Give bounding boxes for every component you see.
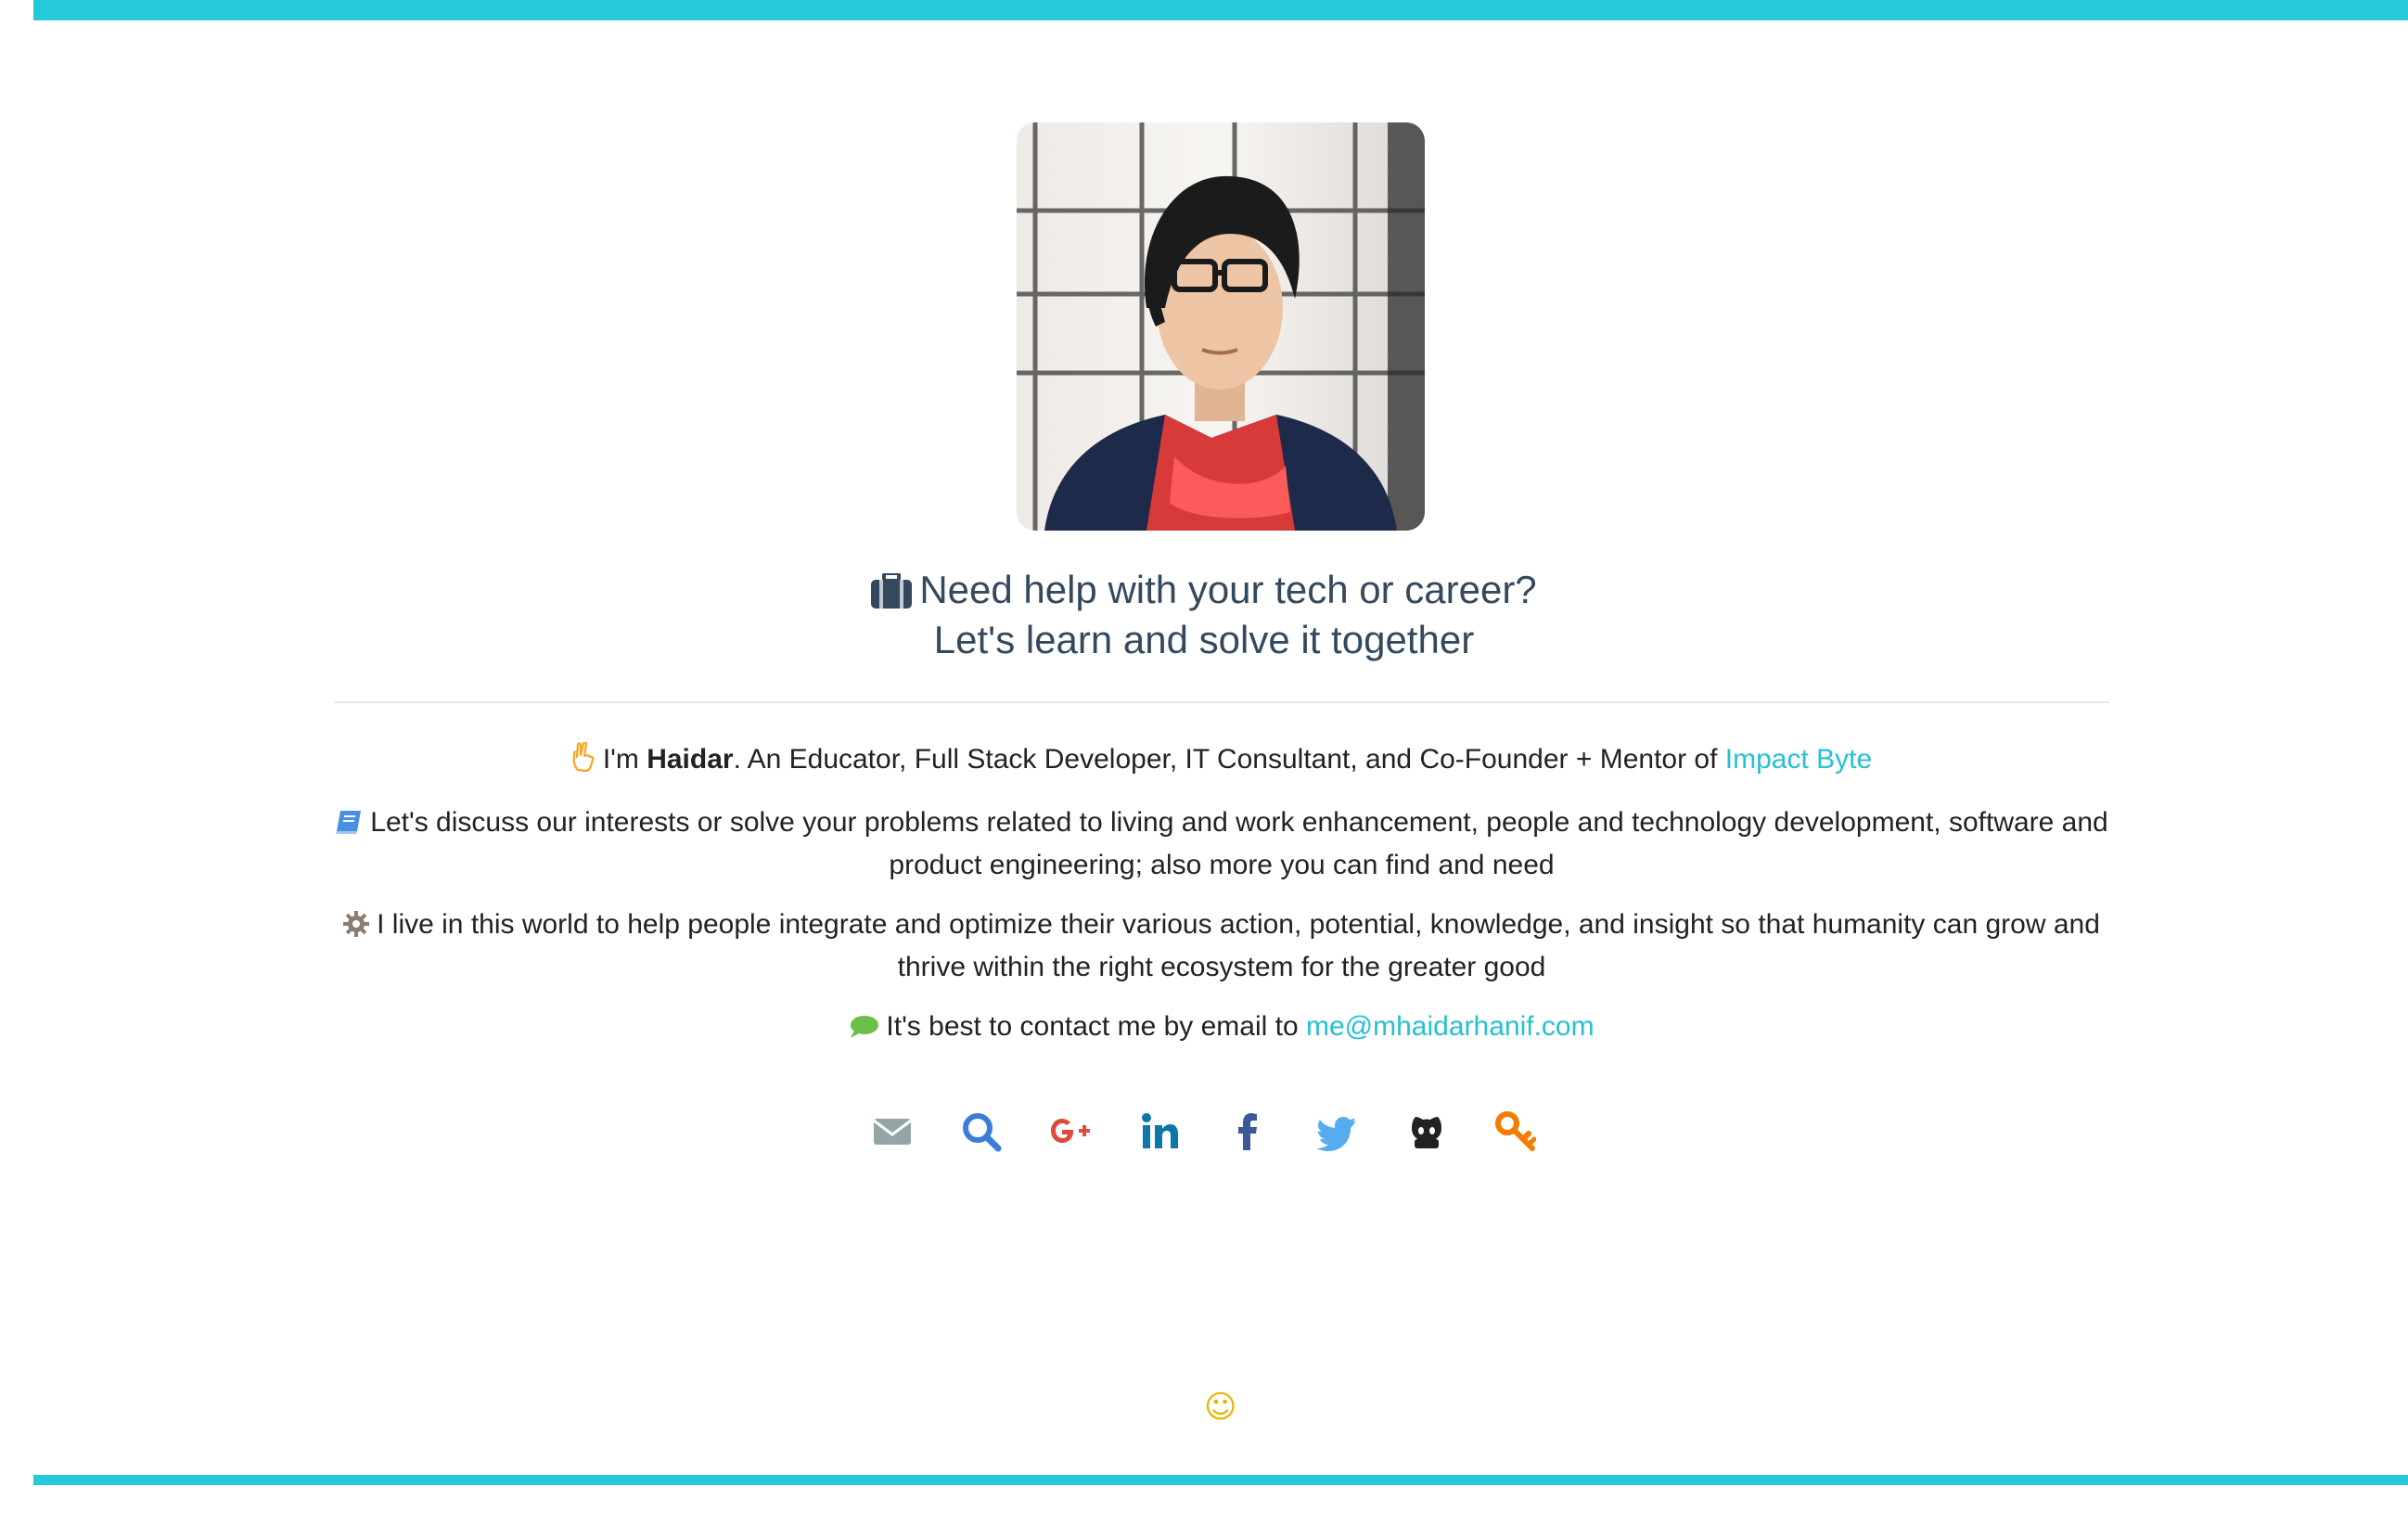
search-icon[interactable] <box>961 1111 1002 1152</box>
facebook-icon[interactable] <box>1228 1111 1269 1152</box>
bio-intro-suffix: . An Educator, Full Stack Developer, IT … <box>733 744 1725 775</box>
headline-line-2: Let's learn and solve it together <box>933 618 1475 661</box>
bio-discuss-text: Let's discuss our interests or solve you… <box>370 807 2108 880</box>
linkedin-icon[interactable] <box>1139 1111 1180 1152</box>
google-plus-icon[interactable] <box>1050 1111 1091 1152</box>
bio-mission: I live in this world to help people inte… <box>334 905 2109 987</box>
page-headline: Need help with your tech or career? Let'… <box>0 568 2408 662</box>
book-icon <box>335 807 363 846</box>
bio-intro-prefix: I'm <box>602 744 647 775</box>
profile-photo <box>1017 122 1425 531</box>
bio-discuss: Let's discuss our interests or solve you… <box>334 803 2109 885</box>
social-links <box>0 1111 2408 1152</box>
impact-byte-link[interactable]: Impact Byte <box>1725 744 1872 775</box>
bottom-accent-bar <box>33 1475 2408 1485</box>
bio-contact: It's best to contact me by email to me@m… <box>334 1007 2109 1050</box>
twitter-icon[interactable] <box>1317 1111 1358 1152</box>
email-link[interactable]: me@mhaidarhanif.com <box>1306 1011 1595 1042</box>
smile-icon: ☺ <box>1204 1389 1237 1426</box>
briefcase-icon <box>871 571 913 618</box>
gear-icon <box>343 909 370 948</box>
headline-text-1: Need help with your tech or career? <box>919 568 1537 611</box>
key-icon[interactable] <box>1495 1111 1536 1152</box>
bio-name: Haidar <box>647 744 734 775</box>
bio-contact-prefix: It's best to contact me by email to <box>886 1011 1306 1042</box>
section-divider <box>334 701 2109 703</box>
headline-line-1: Need help with your tech or career? <box>0 568 2408 618</box>
bio-mission-text: I live in this world to help people inte… <box>377 909 2100 982</box>
bio-section: I'm Haidar. An Educator, Full Stack Deve… <box>334 740 2109 1070</box>
envelope-icon[interactable] <box>872 1111 913 1152</box>
peace-hand-icon <box>571 741 596 783</box>
github-icon[interactable] <box>1406 1111 1447 1152</box>
top-accent-bar <box>33 0 2408 20</box>
speech-bubble-icon <box>849 1011 879 1050</box>
bio-intro: I'm Haidar. An Educator, Full Stack Deve… <box>334 740 2109 783</box>
